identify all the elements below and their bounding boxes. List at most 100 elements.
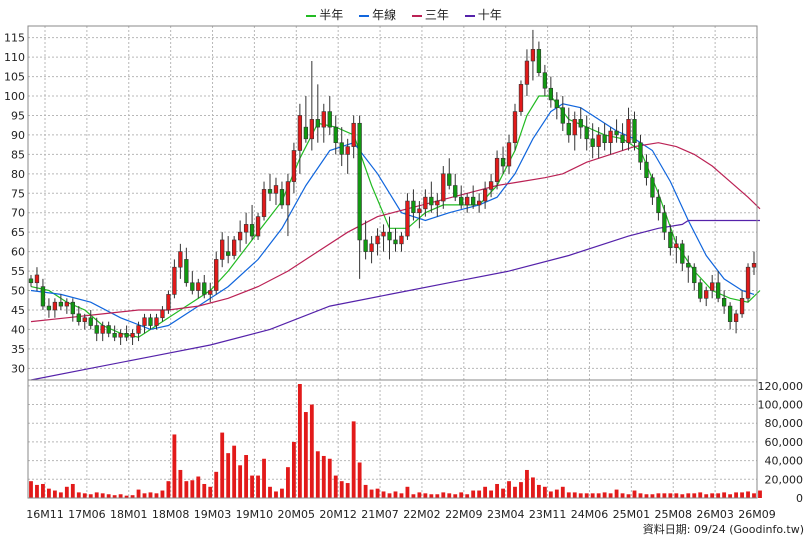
candle-body xyxy=(88,317,93,326)
candle-body xyxy=(578,119,583,128)
volume-bar xyxy=(297,384,302,498)
candle-body xyxy=(40,286,46,307)
volume-bar xyxy=(626,494,631,498)
candle-body xyxy=(530,49,536,62)
candle-body xyxy=(327,111,332,128)
candle-body xyxy=(465,196,470,206)
candle-body xyxy=(727,305,733,322)
legend-swatch-three-year xyxy=(411,14,422,17)
volume-bar xyxy=(166,481,171,498)
volume-bar xyxy=(525,469,529,498)
volume-tick-label: 120,000 xyxy=(758,380,804,393)
candle-body xyxy=(542,72,548,89)
candle-body xyxy=(471,196,476,206)
volume-bar xyxy=(531,477,535,498)
volume-bar xyxy=(35,484,39,498)
volume-bar xyxy=(429,494,434,498)
volume-bar xyxy=(740,492,744,498)
volume-bar xyxy=(638,493,643,498)
candle-body xyxy=(130,333,135,338)
volume-bar xyxy=(357,462,362,498)
price-tick-label: 30 xyxy=(11,362,25,375)
legend-item-annual: 年線 xyxy=(359,6,396,23)
volume-bar xyxy=(274,491,278,498)
volume-bar xyxy=(507,481,511,498)
price-tick-label: 35 xyxy=(11,343,25,356)
candle-body xyxy=(28,278,34,284)
candle-body xyxy=(608,130,613,144)
candle-body xyxy=(638,142,643,163)
volume-bar xyxy=(58,492,63,498)
volume-bar xyxy=(160,490,165,498)
volume-bar xyxy=(722,492,727,498)
candle-body xyxy=(680,243,685,264)
price-tick-label: 95 xyxy=(11,109,25,122)
volume-bar xyxy=(327,458,332,498)
price-tick-label: 105 xyxy=(4,71,25,84)
volume-bar xyxy=(321,455,326,498)
volume-bar xyxy=(41,483,45,498)
candle-body xyxy=(178,251,183,268)
candle-body xyxy=(518,84,524,112)
volume-bar xyxy=(554,489,559,498)
candle-body xyxy=(500,157,506,167)
candle-body xyxy=(710,282,715,291)
volume-bar xyxy=(291,441,296,498)
candle-body xyxy=(184,259,189,284)
volume-bar xyxy=(196,476,201,498)
candle-body xyxy=(620,134,625,144)
volume-bar xyxy=(662,493,667,498)
volume-panel-frame xyxy=(27,379,758,499)
ma-line-半年 xyxy=(30,95,761,338)
volume-bar xyxy=(501,488,505,498)
price-tick-label: 80 xyxy=(11,168,25,181)
candle-body xyxy=(662,212,667,233)
volume-bar xyxy=(387,493,392,498)
price-tick-label: 70 xyxy=(11,207,25,220)
volume-bar xyxy=(698,492,703,498)
volume-bar xyxy=(94,492,99,498)
volume-bar xyxy=(351,421,356,498)
volume-bar xyxy=(548,491,553,498)
volume-bar xyxy=(453,494,458,498)
volume-bar xyxy=(375,488,380,498)
candle-body xyxy=(160,309,165,319)
volume-bar xyxy=(704,494,709,498)
volume-bar xyxy=(746,491,750,498)
volume-bar xyxy=(333,475,338,498)
volume-bar xyxy=(100,493,105,498)
volume-tick-label: 60,000 xyxy=(765,436,804,449)
candle-body xyxy=(196,282,201,291)
candle-body xyxy=(315,119,320,128)
volume-bar xyxy=(417,492,422,498)
volume-bar xyxy=(495,483,499,498)
volume-bars xyxy=(29,384,762,498)
candle-body xyxy=(435,200,440,206)
candle-body xyxy=(554,99,559,108)
candle-body xyxy=(704,290,709,299)
volume-bar xyxy=(29,481,33,498)
legend-item-ten-year: 十年 xyxy=(464,6,502,23)
candle-body xyxy=(572,119,577,136)
volume-bar xyxy=(680,494,685,498)
volume-bar xyxy=(477,490,482,498)
candle-body xyxy=(626,119,631,144)
volume-bar xyxy=(596,493,601,498)
candle-body xyxy=(297,115,303,151)
x-tick-label: 19M03 xyxy=(194,508,232,521)
candle-body xyxy=(369,243,374,252)
candle-body xyxy=(190,282,195,291)
candle-body xyxy=(309,119,314,140)
candle-body xyxy=(632,119,637,144)
volume-bar xyxy=(459,492,464,498)
candle-body xyxy=(100,325,105,334)
candle-body xyxy=(692,266,697,284)
volume-bar xyxy=(303,412,308,498)
volume-bar xyxy=(405,486,410,498)
legend: 半年 年線 三年 十年 xyxy=(0,6,808,23)
candle-body xyxy=(644,161,649,179)
candle-body xyxy=(506,142,512,167)
candle-body xyxy=(166,294,171,311)
candle-body xyxy=(255,216,261,237)
volume-bar xyxy=(64,486,69,498)
